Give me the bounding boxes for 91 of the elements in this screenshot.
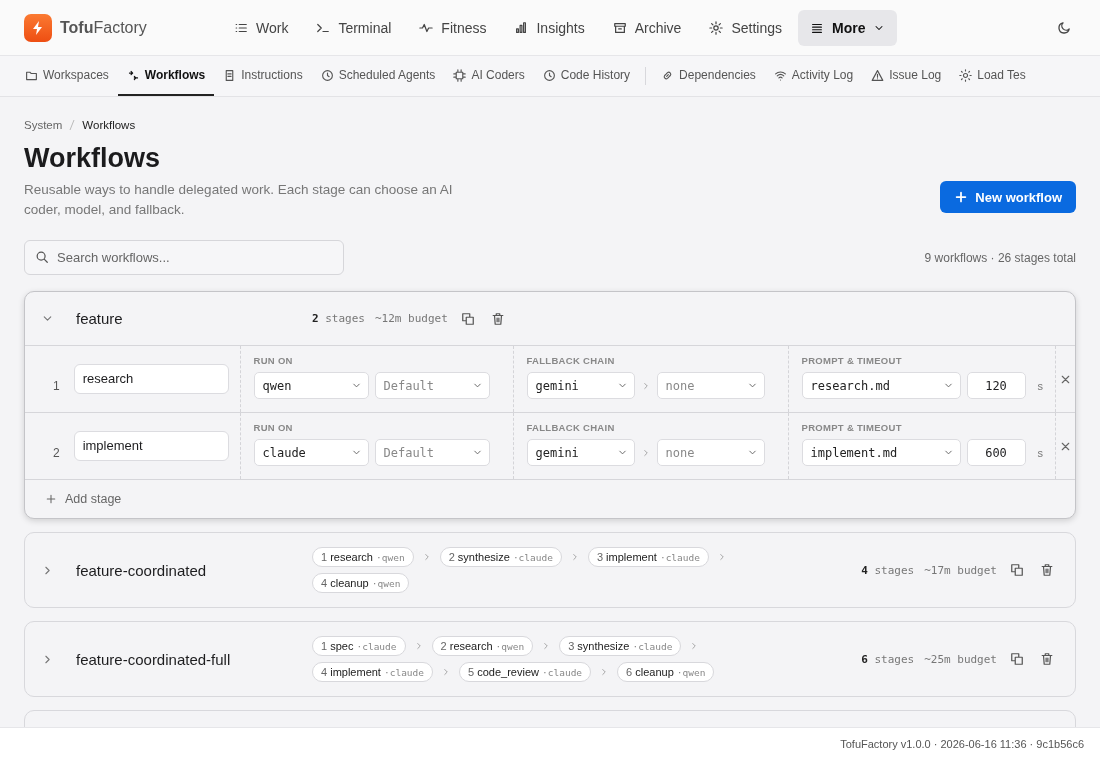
nav-item[interactable]: Settings: [697, 9, 794, 46]
search-field[interactable]: Search workflows...: [24, 240, 344, 275]
sub-tab[interactable]: Scheduled Agents: [311, 56, 445, 96]
clock-icon: [320, 68, 334, 82]
page-title: Workflows: [24, 143, 161, 174]
bar-chart-icon: [514, 20, 529, 35]
stage-number: 2: [51, 446, 60, 460]
copy-icon: [1010, 563, 1024, 577]
brand-name: TofuFactory: [60, 18, 148, 37]
logo-icon: [24, 13, 52, 42]
sub-tab[interactable]: Workflows: [117, 56, 215, 96]
stage-count: 2 stages: [312, 312, 365, 325]
copy-icon: [460, 311, 475, 326]
plus-icon: [45, 493, 57, 505]
fallback-select[interactable]: gemini: [526, 439, 635, 466]
model-select[interactable]: Default: [374, 372, 490, 399]
section-label: FALLBACK CHAIN: [526, 355, 616, 366]
timeout-unit: s: [1037, 446, 1043, 459]
stage-chip: 1 research ·qwen: [312, 547, 414, 567]
stage-chip: 6 cleanup ·qwen: [617, 662, 715, 682]
budget: ~17m budget: [924, 563, 997, 577]
sub-tab[interactable]: AI Coders: [444, 56, 534, 96]
workflow-name: feature-coordinated-full: [76, 650, 232, 668]
workflow-name: feature-coordinated: [76, 561, 208, 579]
sun-icon: [959, 68, 973, 82]
timeout-field[interactable]: 600: [966, 439, 1026, 466]
trash-icon: [1040, 563, 1054, 577]
stage-chip: 5 code_review ·claude: [459, 662, 592, 682]
stage-chip: 4 implement ·claude: [312, 662, 434, 682]
nav-item[interactable]: More: [798, 9, 898, 46]
stage-chip: 3 synthesize ·claude: [559, 636, 682, 656]
workflow-summary: 9 workflows · 26 stages total: [924, 250, 1076, 265]
sub-tab[interactable]: Code History: [533, 56, 640, 96]
clock-icon: [542, 68, 556, 82]
copy-icon: [1010, 652, 1024, 666]
nav-item[interactable]: Insights: [502, 9, 597, 46]
budget: ~25m budget: [924, 652, 997, 666]
fallback-select[interactable]: none: [656, 439, 765, 466]
breadcrumb-item: Workflows: [82, 119, 136, 131]
stage-count: 6 stages: [861, 652, 915, 666]
section-label: PROMPT & TIMEOUT: [801, 422, 903, 433]
section-label: RUN ON: [253, 422, 294, 433]
stage-chip: 4 cleanup ·qwen: [312, 573, 410, 593]
breadcrumb-separator-icon: [69, 119, 76, 131]
stage-name-field[interactable]: implement: [73, 431, 229, 461]
arrows-icon: [126, 68, 140, 82]
new-workflow-button[interactable]: New workflow: [940, 181, 1076, 213]
section-label: RUN ON: [253, 355, 294, 366]
model-select[interactable]: Default: [374, 439, 490, 466]
sub-tab[interactable]: Activity Log: [764, 56, 863, 96]
nav-item[interactable]: Work: [222, 9, 301, 46]
nav-item[interactable]: Archive: [600, 9, 694, 46]
fallback-select[interactable]: none: [656, 372, 765, 399]
footer-version: TofuFactory v1.0.0 · 2026-06-16 11:36 · 9c1b56c6: [840, 738, 1084, 750]
settings-icon: [709, 20, 724, 35]
sub-tab[interactable]: Workspaces: [16, 56, 118, 96]
section-label: PROMPT & TIMEOUT: [801, 355, 903, 366]
prompt-select[interactable]: research.md: [801, 372, 961, 399]
add-stage-button[interactable]: Add stage: [39, 491, 128, 507]
archive-box-icon: [612, 20, 627, 35]
chip-icon: [453, 68, 467, 82]
nav-item[interactable]: Terminal: [304, 9, 404, 46]
stage-count: 4 stages: [861, 563, 915, 577]
stage-chip: 1 spec ·claude: [312, 636, 406, 656]
stage-name-field[interactable]: research: [73, 364, 229, 394]
fallback-select[interactable]: gemini: [526, 372, 635, 399]
sub-tab[interactable]: Dependencies: [652, 56, 765, 96]
workflow-name: feature: [76, 310, 124, 327]
timeout-field[interactable]: 120: [966, 372, 1026, 399]
warning-icon: [871, 68, 885, 82]
section-label: FALLBACK CHAIN: [526, 422, 616, 433]
stage-number: 1: [51, 379, 60, 393]
stage-chip: 2 research ·qwen: [431, 636, 534, 656]
timeout-unit: s: [1037, 379, 1043, 392]
stage-chip: 3 implement ·claude: [587, 547, 709, 567]
trash-icon: [490, 311, 505, 326]
coder-select[interactable]: qwen: [253, 372, 369, 399]
sub-tab[interactable]: Instructions: [214, 56, 312, 96]
sub-tab[interactable]: Load Tes: [950, 56, 1035, 96]
budget: ~12m budget: [375, 312, 448, 325]
coder-select[interactable]: claude: [253, 439, 369, 466]
stage-chip: 2 synthesize ·claude: [439, 547, 562, 567]
wifi-icon: [773, 68, 787, 82]
sub-tab[interactable]: Issue Log: [862, 56, 951, 96]
breadcrumb-item[interactable]: System: [24, 119, 63, 131]
trash-icon: [1040, 652, 1054, 666]
nav-item[interactable]: Fitness: [407, 9, 499, 46]
moon-icon: [1057, 20, 1072, 35]
page-subtitle: Reusable ways to handle delegated work. Each stage can choose an AI coder, model, and fallback.: [24, 181, 454, 219]
prompt-select[interactable]: implement.md: [801, 439, 961, 466]
plus-icon: [954, 190, 969, 204]
